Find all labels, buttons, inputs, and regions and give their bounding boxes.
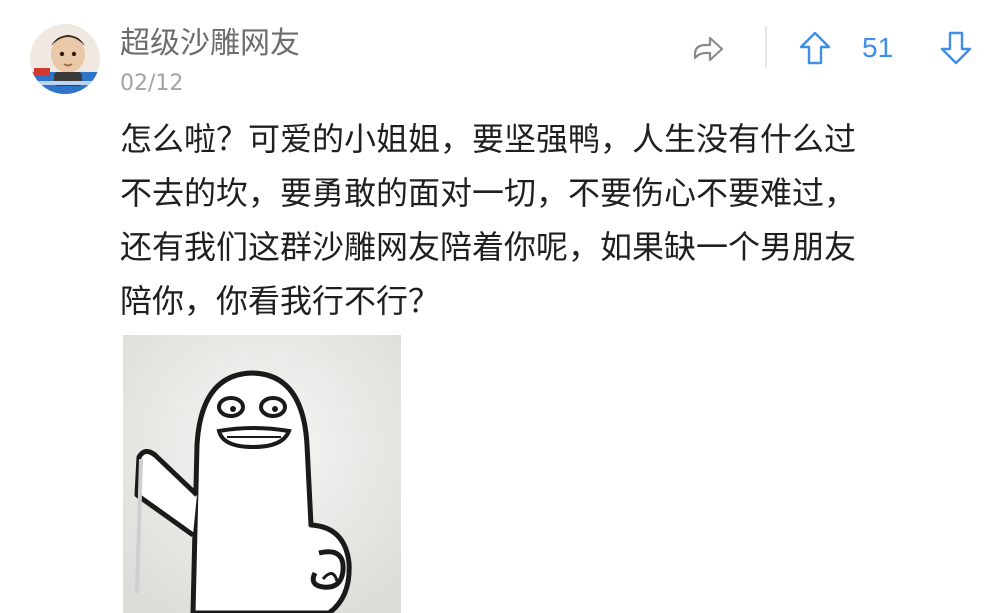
downvote-button[interactable]: [936, 28, 976, 68]
share-icon: [693, 36, 724, 62]
comment-text: 怎么啦？可爱的小姐姐，要坚强鸭，人生没有什么过 不去的坎，要勇敢的面对一切，不要…: [120, 120, 857, 320]
upvote-button[interactable]: [795, 28, 835, 68]
actions-divider: [765, 26, 767, 68]
comment-date: 02/12: [120, 71, 184, 96]
arrow-up-icon: [799, 31, 831, 65]
meme-sticker-icon: [123, 335, 401, 613]
arrow-down-icon: [940, 31, 972, 65]
comment-item: 超级沙雕网友 02/12 51 怎么啦？可爱的小姐姐，要坚强鸭，人生没有什么过 …: [0, 0, 1000, 613]
share-button[interactable]: [688, 28, 728, 68]
vote-count: 51: [862, 32, 894, 63]
meme-image[interactable]: [123, 335, 401, 613]
comment-actions: 51: [0, 24, 1000, 72]
